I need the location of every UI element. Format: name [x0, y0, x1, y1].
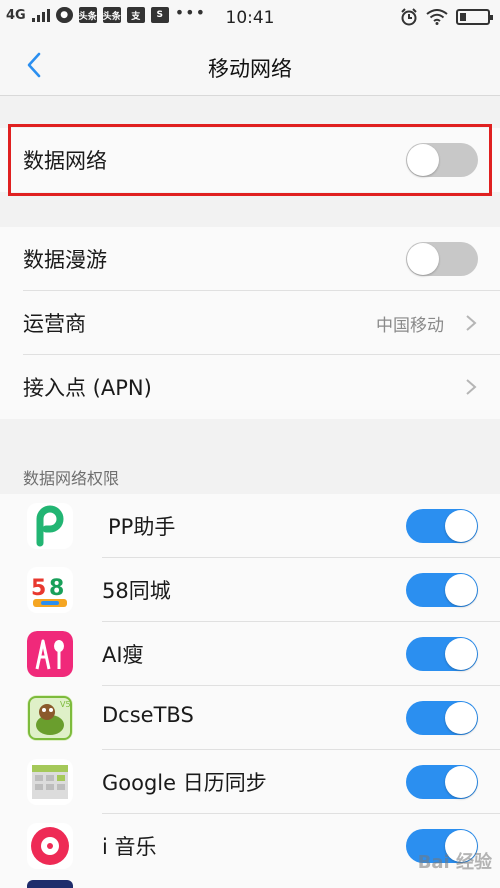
battery-icon: [456, 9, 493, 25]
section-title: 数据网络权限: [23, 469, 120, 488]
apn-label: 接入点 (APN): [23, 376, 152, 400]
toggle-knob: [445, 574, 477, 606]
toggle-knob: [445, 510, 477, 542]
watermark: Bai 经验: [417, 852, 492, 873]
app-data-toggle[interactable]: [406, 701, 478, 735]
google-calendar-sync-icon: [27, 759, 73, 805]
wifi-icon: [426, 9, 448, 25]
pp-assistant-icon: [27, 503, 73, 549]
58-tongcheng-icon: 5 8: [27, 567, 73, 613]
app-row-google-calendar[interactable]: Google 日历同步: [0, 750, 500, 814]
svg-text:8: 8: [49, 576, 64, 601]
page-title: 移动网络: [208, 57, 292, 81]
app-name: PP助手: [108, 515, 176, 539]
svg-text:5: 5: [31, 576, 46, 601]
app-data-toggle[interactable]: [406, 573, 478, 607]
nav-header: 移动网络: [0, 34, 500, 96]
app-row-pp[interactable]: PP助手: [0, 494, 500, 558]
app-name: Google 日历同步: [102, 771, 267, 795]
i-music-icon: [27, 823, 73, 869]
app-data-toggle[interactable]: [406, 637, 478, 671]
roaming-toggle[interactable]: [406, 242, 478, 276]
carrier-label: 运营商: [23, 312, 86, 336]
app-data-toggle[interactable]: [406, 765, 478, 799]
app-name: 58同城: [102, 579, 171, 603]
app-permission-list: PP助手 5 8 58同城 AI瘦 V5 DcseTBS Google 日历同步…: [0, 494, 500, 888]
app-row-58[interactable]: 5 8 58同城: [0, 558, 500, 622]
apn-row[interactable]: 接入点 (APN): [0, 355, 500, 419]
ai-shou-icon: [27, 631, 73, 677]
network-settings-group: 数据漫游 运营商 中国移动 接入点 (APN): [0, 227, 500, 419]
highlight-box: [8, 124, 492, 196]
toggle-knob: [445, 638, 477, 670]
chevron-right-icon: [466, 315, 477, 331]
carrier-row[interactable]: 运营商 中国移动: [0, 291, 500, 355]
app-row-dcsetbs[interactable]: V5 DcseTBS: [0, 686, 500, 750]
app-row-ai-shou[interactable]: AI瘦: [0, 622, 500, 686]
app-name: DcseTBS: [102, 703, 194, 727]
app-data-toggle[interactable]: [406, 509, 478, 543]
svg-text:V5: V5: [60, 700, 71, 709]
app-name: AI瘦: [102, 643, 144, 667]
alarm-icon: [401, 8, 417, 26]
roaming-row[interactable]: 数据漫游: [0, 227, 500, 291]
status-bar: 4G ● 头条 头条 支 S ••• 10:41: [0, 0, 500, 34]
toggle-knob: [445, 766, 477, 798]
toggle-knob: [407, 243, 439, 275]
toggle-knob: [445, 702, 477, 734]
roaming-label: 数据漫游: [23, 248, 107, 272]
partial-app-icon: [27, 880, 73, 888]
dcsetbs-icon: V5: [27, 695, 73, 741]
chevron-right-icon: [466, 379, 477, 395]
carrier-value: 中国移动: [376, 315, 444, 336]
app-name: i 音乐: [102, 835, 157, 859]
